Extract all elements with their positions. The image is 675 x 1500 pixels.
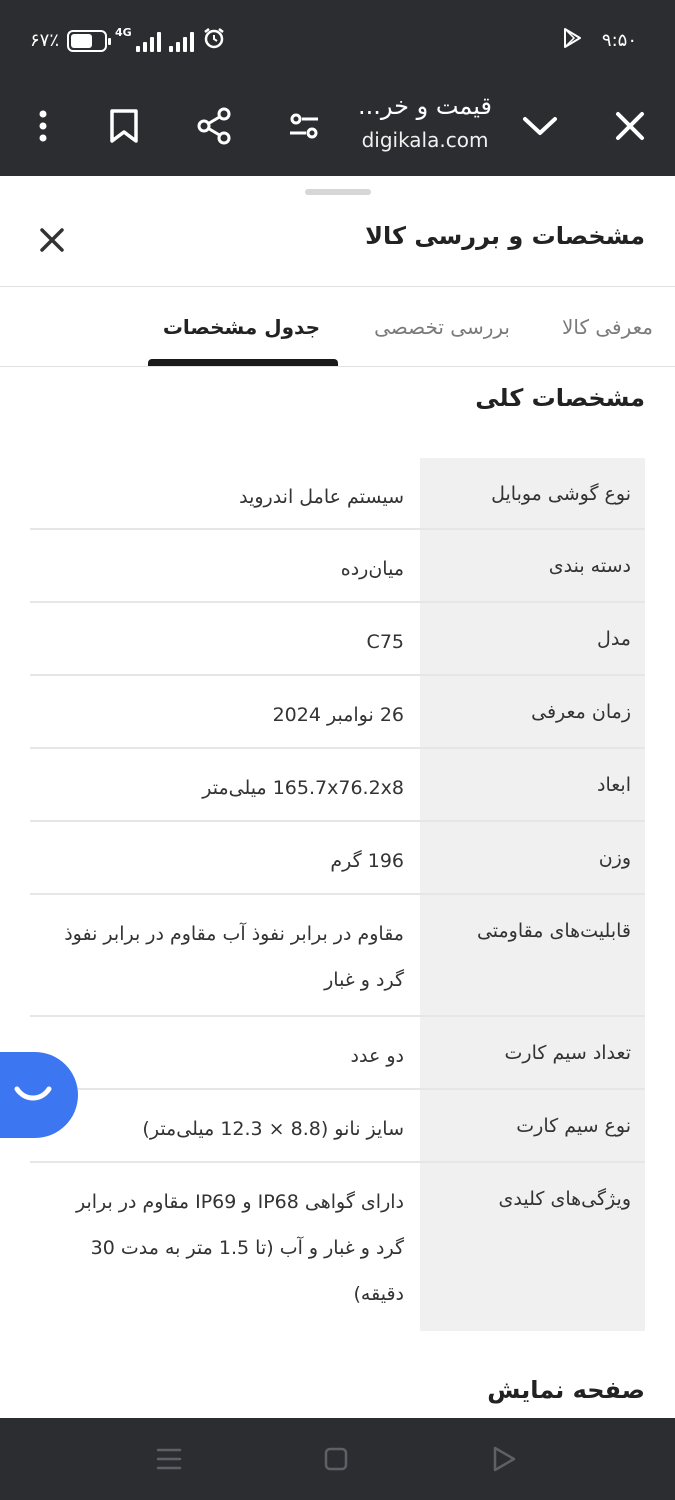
page-url: digikala.com	[361, 128, 489, 152]
section-title-general: مشخصات کلی	[475, 384, 645, 412]
spec-value: مقاوم در برابر نفوذ آب مقاوم در برابر نف…	[64, 923, 404, 991]
spec-label: زمان معرفی	[420, 676, 645, 747]
spec-label: تعداد سیم کارت	[420, 1017, 645, 1088]
spec-label: نوع گوشی موبایل	[420, 458, 645, 528]
spec-label: وزن	[420, 822, 645, 893]
chevron-down-icon[interactable]	[512, 98, 568, 154]
clock: ۹:۵۰	[601, 30, 637, 51]
spec-value: 26 نوامبر 2024	[272, 704, 404, 726]
spec-label: ابعاد	[420, 749, 645, 820]
spec-label: ویژگی‌های کلیدی	[420, 1163, 645, 1331]
share-icon[interactable]	[186, 98, 242, 154]
network-type: 4G	[115, 26, 132, 39]
tab-intro[interactable]: معرفی کالا	[562, 315, 653, 339]
status-bar: ۶۷٪ 4G ۹:۵۰	[0, 0, 675, 80]
smile-icon	[14, 1086, 52, 1101]
spec-value: سیستم عامل اندروید	[239, 486, 404, 508]
spec-label: مدل	[420, 603, 645, 674]
table-row: قابلیت‌های مقاومتی مقاوم در برابر نفوذ آ…	[30, 895, 645, 1017]
table-row: مدل C75	[30, 603, 645, 676]
specs-sheet: مشخصات و بررسی کالا معرفی کالا بررسی تخص…	[0, 176, 675, 1418]
tune-icon[interactable]	[276, 98, 332, 154]
status-right: ۹:۵۰	[560, 26, 637, 55]
spec-value: میان‌رده	[340, 558, 404, 580]
battery-percent: ۶۷٪	[30, 30, 60, 51]
table-row: نوع سیم کارت سایز نانو (8.8 × 12.3 میلی‌…	[30, 1090, 645, 1163]
signal-2-icon	[168, 30, 194, 52]
spec-label: نوع سیم کارت	[420, 1090, 645, 1161]
table-row: دسته بندی میان‌رده	[30, 530, 645, 603]
home-icon[interactable]	[320, 1443, 352, 1475]
spec-value: C75	[366, 631, 404, 653]
alarm-icon	[202, 26, 226, 55]
spec-label: دسته بندی	[420, 530, 645, 601]
spec-table: نوع گوشی موبایل سیستم عامل اندروید دسته …	[30, 458, 645, 1331]
section-title-display: صفحه نمایش	[487, 1376, 645, 1404]
bookmark-icon[interactable]	[96, 98, 152, 154]
spec-label: قابلیت‌های مقاومتی	[420, 895, 645, 1015]
table-row: تعداد سیم کارت دو عدد	[30, 1017, 645, 1090]
spec-value: سایز نانو (8.8 × 12.3 میلی‌متر)	[142, 1118, 404, 1140]
sheet-drag-handle[interactable]	[305, 189, 371, 195]
tab-specs-table[interactable]: جدول مشخصات	[163, 315, 320, 339]
system-nav-bar	[0, 1418, 675, 1500]
tab-bar: معرفی کالا بررسی تخصصی جدول مشخصات	[0, 287, 675, 367]
table-row: نوع گوشی موبایل سیستم عامل اندروید	[30, 458, 645, 530]
tab-expert-review[interactable]: بررسی تخصصی	[374, 315, 510, 339]
spec-value: دو عدد	[350, 1045, 404, 1067]
spec-value: دارای گواهی IP68 و IP69 مقاوم در برابر گ…	[76, 1191, 404, 1305]
battery-icon	[67, 29, 112, 52]
page-title-block[interactable]: قیمت و خر... digikala.com	[345, 92, 505, 152]
table-row: ابعاد 165.7x76.2x8 میلی‌متر	[30, 749, 645, 822]
spec-value: 165.7x76.2x8 میلی‌متر	[202, 777, 404, 799]
table-row: ویژگی‌های کلیدی دارای گواهی IP68 و IP69 …	[30, 1163, 645, 1331]
browser-toolbar: قیمت و خر... digikala.com	[0, 80, 675, 176]
menu-icon[interactable]	[153, 1443, 185, 1475]
divider	[0, 366, 675, 367]
close-icon[interactable]	[602, 98, 658, 154]
back-icon[interactable]	[488, 1443, 520, 1475]
play-store-icon	[560, 26, 584, 55]
table-row: وزن 196 گرم	[30, 822, 645, 895]
status-left: ۶۷٪ 4G	[30, 26, 226, 55]
spec-value: 196 گرم	[330, 850, 404, 872]
table-row: زمان معرفی 26 نوامبر 2024	[30, 676, 645, 749]
signal-icon	[135, 30, 161, 52]
sheet-title: مشخصات و بررسی کالا	[365, 222, 645, 250]
page-title: قیمت و خر...	[358, 92, 492, 120]
sheet-close-icon[interactable]	[36, 224, 68, 256]
more-vert-icon[interactable]	[15, 98, 71, 154]
